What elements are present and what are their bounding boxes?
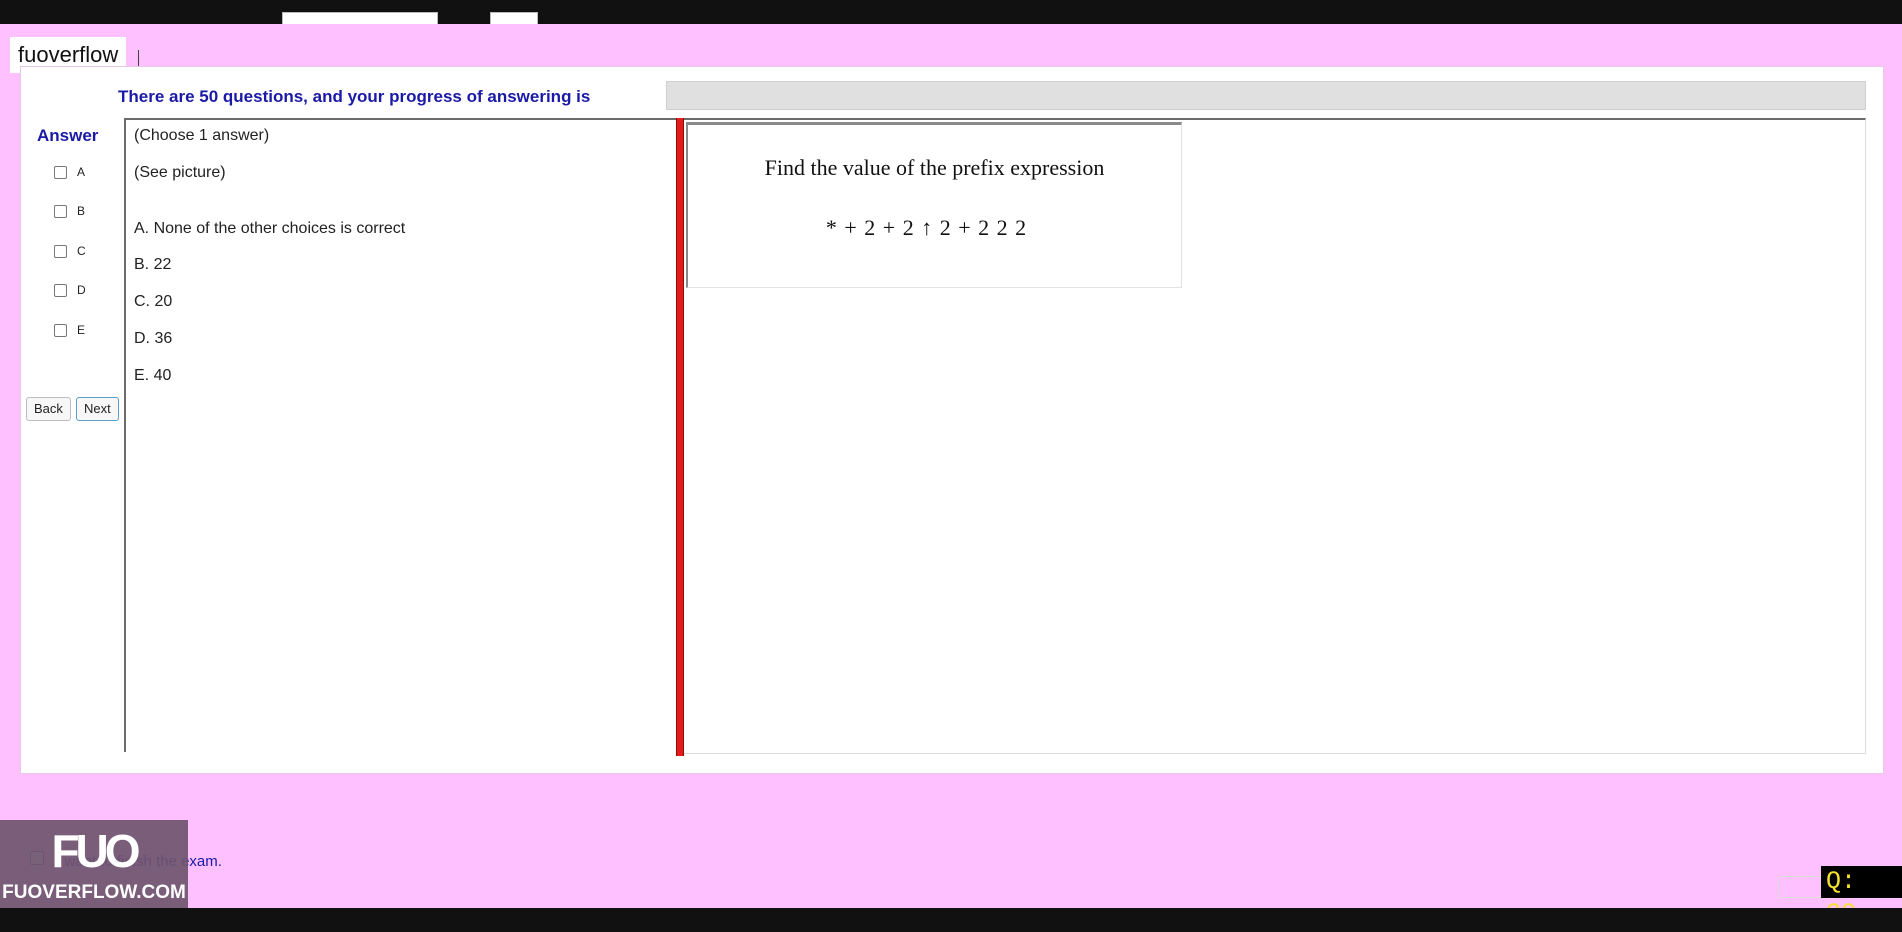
choice-b: B. 22 <box>134 256 172 273</box>
answer-option-c[interactable]: C <box>54 241 86 261</box>
picture-title: Find the value of the prefix expression <box>764 155 1105 180</box>
checkbox[interactable] <box>54 244 67 258</box>
question-see-picture: (See picture) <box>134 164 226 181</box>
answer-option-d[interactable]: D <box>54 280 86 300</box>
option-label: B <box>77 204 86 218</box>
choice-e: E. 40 <box>134 367 172 384</box>
next-button[interactable]: Next <box>76 397 119 421</box>
panel-splitter[interactable] <box>676 118 684 756</box>
option-label: D <box>77 283 86 297</box>
back-button[interactable]: Back <box>26 397 71 421</box>
option-label: A <box>77 165 86 179</box>
answer-option-a[interactable]: A <box>54 162 85 182</box>
logo-text: FUOVERFLOW.COM <box>2 882 186 903</box>
question-picture: Find the value of the prefix expression … <box>686 122 1182 288</box>
answer-title: Answer <box>37 126 99 145</box>
top-bar <box>0 0 1902 24</box>
answer-option-b[interactable]: B <box>54 201 85 221</box>
choice-c: C. 20 <box>134 293 173 310</box>
progress-label: There are 50 questions, and your progres… <box>118 87 591 106</box>
choice-a: A. None of the other choices is correct <box>134 220 406 237</box>
answer-option-e[interactable]: E <box>54 320 85 340</box>
bottom-bar <box>0 908 1902 932</box>
cropped-field <box>282 12 438 24</box>
checkbox[interactable] <box>54 165 67 179</box>
progress-bar <box>666 81 1866 110</box>
fuoverflow-logo: FUO FUOVERFLOW.COM <box>0 820 188 908</box>
picture-expression: * + 2 + 2 ↑ 2 + 2 2 2 <box>825 215 1028 240</box>
question-counter: Q: 20 <box>1821 866 1902 928</box>
checkbox[interactable] <box>54 283 67 297</box>
cropped-field <box>490 12 538 24</box>
question-panel <box>124 118 677 752</box>
option-label: E <box>77 323 86 337</box>
checkbox[interactable] <box>54 323 67 337</box>
choice-d: D. 36 <box>134 330 173 347</box>
logo-mark: FUO <box>51 825 140 877</box>
question-instruction: (Choose 1 answer) <box>134 127 270 144</box>
checkbox[interactable] <box>54 204 67 218</box>
option-label: C <box>77 244 86 258</box>
